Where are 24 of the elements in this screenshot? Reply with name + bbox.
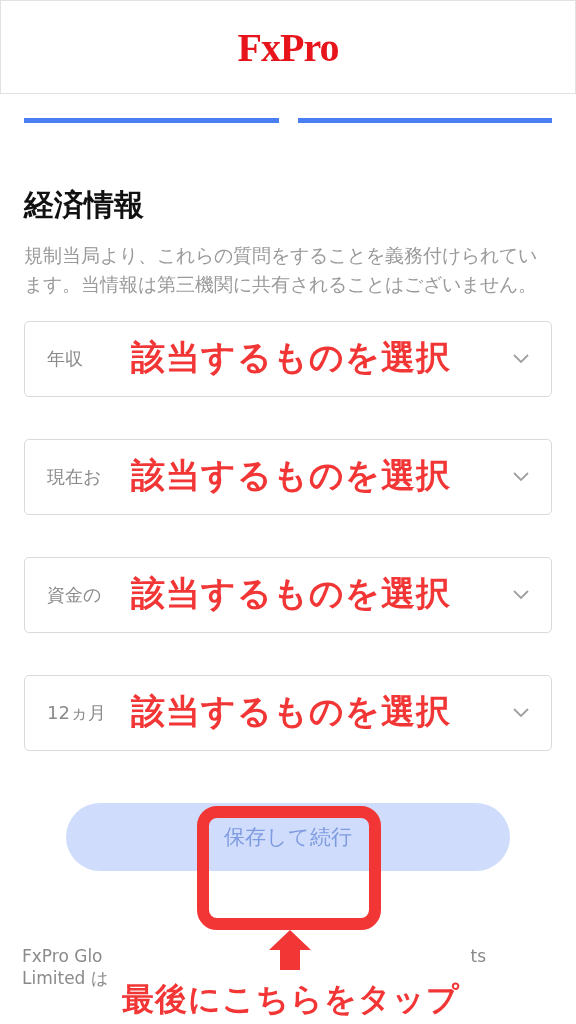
annotation-text: 該当するものを選択 [131,572,451,616]
callout-text: 最後にこちらをタップ [122,979,460,1020]
chevron-down-icon [513,354,529,364]
chevron-down-icon [513,708,529,718]
footer-text: ts [470,945,486,967]
dropdown-field[interactable]: 現在お 該当するものを選択 [24,439,552,515]
footer-text: FxPro Glo [22,945,103,967]
field-label: 年収 [47,347,83,371]
footer-text: Limited は [22,967,109,989]
section-description: 規制当局より、これらの質問をすることを義務付けられています。当情報は第三機関に共有されることはございません。 [24,243,538,297]
annotation-text: 該当するものを選択 [131,690,451,734]
field-label: 12ヵ月 [47,701,106,725]
logo: FxPro [237,23,339,71]
field-label: 現在お [47,465,101,489]
dropdown-field[interactable]: 12ヵ月 該当するものを選択 [24,675,552,751]
field-label: 資金の [47,583,101,607]
dropdown-field[interactable]: 年収 該当するものを選択 [24,321,552,397]
arrow-up-icon [269,930,311,970]
annotation-text: 該当するものを選択 [131,336,451,380]
dropdown-field[interactable]: 資金の 該当するものを選択 [24,557,552,633]
chevron-down-icon [513,590,529,600]
section-title: 経済情報 [24,186,145,224]
annotation-text: 該当するものを選択 [131,454,451,498]
chevron-down-icon [513,472,529,482]
